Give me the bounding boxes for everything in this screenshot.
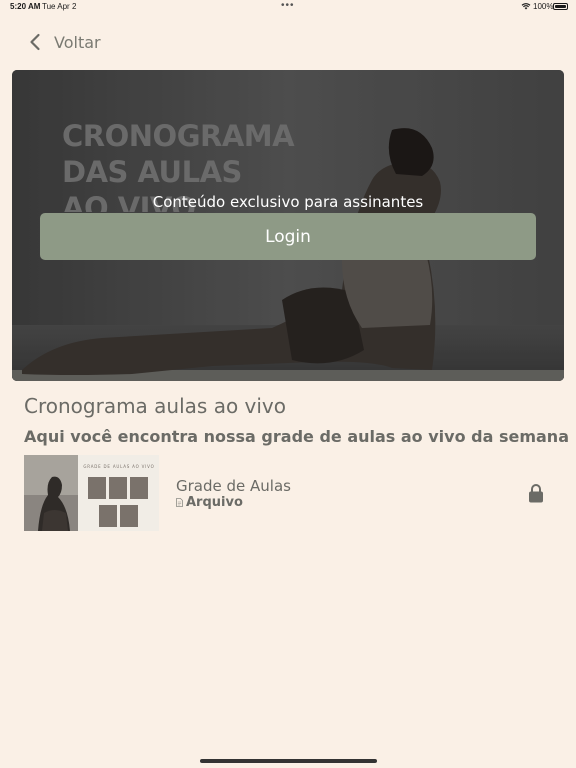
subscriber-only-text: Conteúdo exclusivo para assinantes <box>152 193 424 211</box>
hero-banner: CRONOGRAMA DAS AULAS AO VIVO Conteúdo ex… <box>12 70 564 381</box>
home-indicator[interactable] <box>200 759 377 763</box>
chevron-left-icon <box>30 33 40 51</box>
status-bar: 5:20 AM Tue Apr 2 ••• 100% <box>0 0 576 14</box>
status-time: 5:20 AM <box>10 2 41 11</box>
document-icon <box>176 498 183 507</box>
login-button[interactable]: Login <box>40 213 536 260</box>
hero-image-title-line-2: DAS AULAS <box>62 155 242 189</box>
hero-image-title-line-1: CRONOGRAMA <box>62 119 295 153</box>
back-button[interactable]: Voltar <box>26 30 101 54</box>
page-title: Cronograma aulas ao vivo <box>24 394 287 418</box>
item-thumbnail: GRADE DE AULAS AO VIVO <box>24 455 159 531</box>
thumbnail-heading: GRADE DE AULAS AO VIVO <box>83 464 155 469</box>
item-type-label: Arquivo <box>186 495 243 510</box>
back-label: Voltar <box>54 32 101 52</box>
wifi-icon <box>521 3 531 10</box>
item-title: Grade de Aulas <box>176 477 291 495</box>
page-subtitle: Aqui você encontra nossa grade de aulas … <box>24 427 569 446</box>
lock-icon <box>529 484 543 503</box>
multitasking-dots[interactable]: ••• <box>281 0 295 11</box>
battery-icon <box>553 3 568 10</box>
item-type: Arquivo <box>176 495 243 510</box>
list-item[interactable]: GRADE DE AULAS AO VIVO Grade de Aulas Ar… <box>24 455 554 531</box>
battery-percentage: 100% <box>533 2 554 11</box>
status-date: Tue Apr 2 <box>42 2 77 11</box>
